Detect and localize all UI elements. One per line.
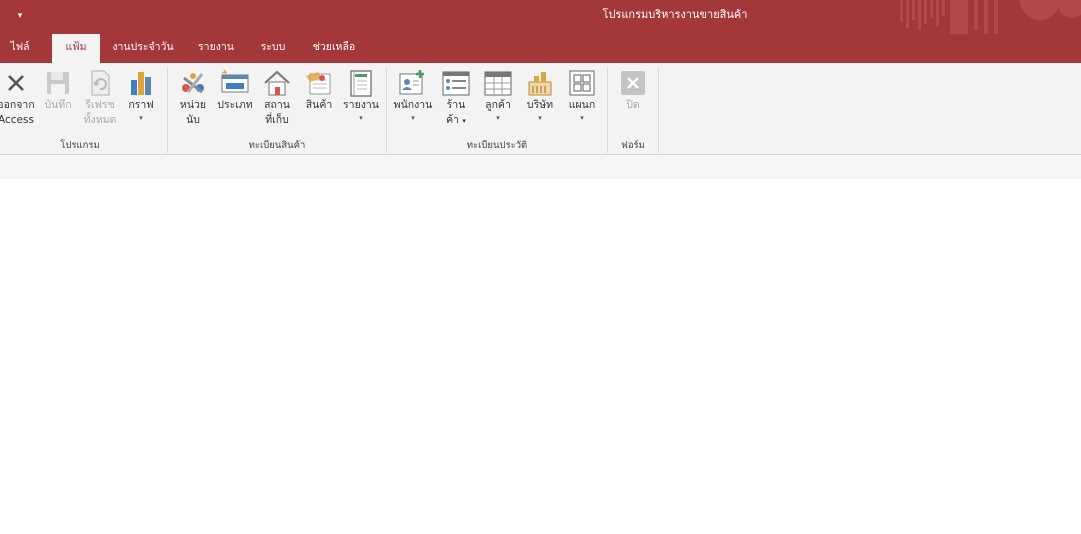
product-button[interactable]: สินค้า [300, 68, 338, 113]
customer-table-icon [484, 71, 512, 96]
unit-label-line1: หน่วย [179, 99, 207, 111]
storage-label-line1: สถาน [264, 99, 290, 111]
refresh-all-button[interactable]: รีเฟรช ทั้งหมด [80, 68, 120, 128]
ribbon-tabs: ไฟล์ แฟ้ม งานประจำวัน รายงาน ระบบ ช่วยเห… [0, 34, 1081, 64]
report-notebook-icon [350, 70, 372, 97]
close-x-icon [8, 75, 24, 91]
product-label: สินค้า [305, 99, 333, 111]
category-label: ประเภท [217, 99, 253, 111]
customer-label: ลูกค้า [485, 99, 511, 111]
department-button[interactable]: แผนก ▾ [562, 68, 602, 122]
group-label-history-registry: ทะเบียนประวัติ [466, 140, 528, 151]
storage-location-button[interactable]: สถาน ที่เก็บ [258, 68, 296, 128]
category-button[interactable]: ประเภท [214, 68, 256, 113]
category-window-icon [221, 69, 249, 93]
unit-label-line2: นับ [186, 114, 200, 126]
report-label: รายงาน [343, 99, 379, 111]
group-label-product-registry: ทะเบียนสินค้า [248, 140, 306, 151]
close-form-label: ปิด [626, 99, 640, 111]
shop-label-line2: ค้า ▾ [438, 113, 474, 129]
unit-button[interactable]: หน่วย นับ [174, 68, 212, 128]
quick-access-toolbar-dropdown[interactable]: ▾ [14, 9, 26, 23]
tab-records[interactable]: แฟ้ม [52, 34, 100, 64]
shop-label-line1: ร้าน [446, 99, 466, 111]
app-title: โปรแกรมบริหารงานขายสินค้า [602, 8, 748, 21]
product-cart-icon [306, 72, 331, 95]
ribbon-subbar [0, 155, 1081, 179]
company-building-icon [528, 72, 552, 96]
shop-dropdown-caret: ▾ [462, 117, 466, 125]
department-grid-icon [569, 70, 595, 96]
department-label: แผนก [568, 99, 596, 111]
customer-button[interactable]: ลูกค้า ▾ [478, 68, 518, 122]
unit-tools-icon [182, 73, 204, 94]
shop-button[interactable]: ร้าน ค้า ▾ [438, 68, 474, 129]
group-separator [658, 67, 659, 153]
refresh-document-icon [91, 70, 110, 96]
report-button[interactable]: รายงาน ▾ [340, 68, 382, 122]
title-bar-decoration [900, 0, 1081, 34]
chart-label: กราฟ [128, 99, 154, 111]
company-button[interactable]: บริษัท ▾ [520, 68, 560, 122]
tab-daily-work[interactable]: งานประจำวัน [106, 34, 180, 63]
tab-help[interactable]: ช่วยเหลือ [304, 34, 364, 63]
exit-label-line1: ออกจาก [0, 99, 35, 111]
close-form-button[interactable]: ปิด [614, 68, 652, 113]
floppy-disk-icon [47, 72, 69, 94]
tab-reports[interactable]: รายงาน [190, 34, 242, 63]
save-label: บันทึก [44, 99, 72, 111]
refresh-label-line1: รีเฟรช [85, 99, 115, 111]
company-dropdown-caret: ▾ [538, 114, 542, 122]
save-button[interactable]: บันทึก [40, 68, 76, 113]
ribbon-panel: ออกจาก Access บันทึก รีเฟรช ทั้งหมด กราฟ… [0, 63, 1081, 155]
company-label: บริษัท [526, 99, 554, 111]
bar-chart-icon [131, 72, 151, 95]
chart-dropdown-caret: ▾ [139, 114, 143, 122]
shop-list-icon [442, 71, 470, 96]
chart-button[interactable]: กราฟ ▾ [124, 68, 158, 122]
house-icon [264, 70, 290, 96]
group-label-program: โปรแกรม [60, 140, 100, 151]
report-dropdown-caret: ▾ [359, 114, 363, 122]
department-dropdown-caret: ▾ [580, 114, 584, 122]
customer-dropdown-caret: ▾ [496, 114, 500, 122]
title-bar: ▾ โปรแกรมบริหารงานขายสินค้า [0, 0, 1081, 34]
exit-access-button[interactable]: ออกจาก Access [0, 68, 40, 128]
employee-label: พนักงาน [393, 99, 433, 111]
close-form-icon [621, 71, 645, 95]
exit-label-line2: Access [0, 114, 34, 126]
refresh-label-line2: ทั้งหมด [83, 114, 117, 126]
employee-card-icon [399, 70, 424, 95]
employee-button[interactable]: พนักงาน ▾ [392, 68, 434, 122]
employee-dropdown-caret: ▾ [411, 114, 415, 122]
shop-label-line2-text: ค้า [446, 114, 460, 126]
tab-system[interactable]: ระบบ [250, 34, 296, 63]
group-label-form: ฟอร์ม [621, 140, 645, 151]
tab-file[interactable]: ไฟล์ [0, 34, 40, 63]
storage-label-line2: ที่เก็บ [265, 114, 289, 126]
